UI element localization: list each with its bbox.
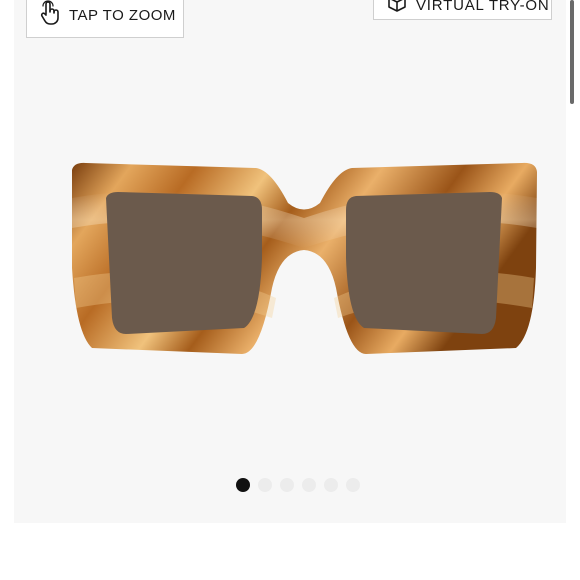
sunglasses-image[interactable] (66, 158, 542, 358)
carousel-dot-6[interactable] (346, 478, 360, 492)
carousel-dot-3[interactable] (280, 478, 294, 492)
virtual-try-on-button[interactable]: VIRTUAL TRY-ON (373, 0, 552, 20)
tap-to-zoom-button[interactable]: TAP TO ZOOM (26, 0, 184, 38)
product-gallery (14, 0, 566, 523)
cube-icon (386, 0, 408, 18)
carousel-pagination (236, 478, 360, 492)
carousel-dot-4[interactable] (302, 478, 316, 492)
virtual-try-on-label: VIRTUAL TRY-ON (416, 0, 550, 14)
hand-pointer-icon (39, 0, 61, 30)
tap-to-zoom-label: TAP TO ZOOM (69, 6, 176, 24)
carousel-dot-2[interactable] (258, 478, 272, 492)
carousel-dot-5[interactable] (324, 478, 338, 492)
scrollbar-thumb[interactable] (570, 0, 574, 104)
carousel-dot-1[interactable] (236, 478, 250, 492)
